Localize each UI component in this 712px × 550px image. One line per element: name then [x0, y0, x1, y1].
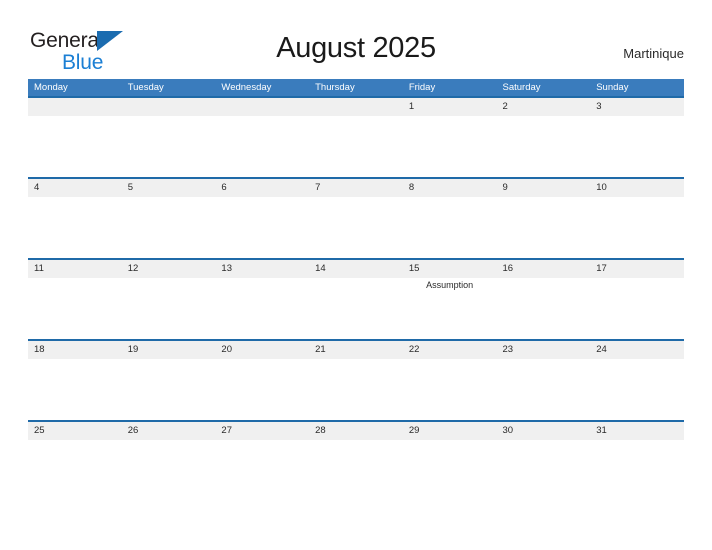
day-cell[interactable] [403, 197, 497, 258]
day-cell[interactable] [309, 359, 403, 420]
day-number[interactable]: 30 [497, 422, 591, 440]
week-date-band: 25 26 27 28 29 30 31 [28, 420, 684, 440]
day-number[interactable] [309, 98, 403, 116]
week-event-band [28, 197, 684, 258]
day-number[interactable]: 11 [28, 260, 122, 278]
region-label: Martinique [623, 46, 684, 61]
page-title: August 2025 [276, 32, 436, 64]
day-number[interactable]: 17 [590, 260, 684, 278]
calendar-week-row: 11 12 13 14 15 16 17 Assumption [28, 258, 684, 339]
day-cell[interactable] [309, 116, 403, 177]
day-number[interactable]: 10 [590, 179, 684, 197]
weekday-header-saturday: Saturday [502, 82, 541, 93]
day-cell[interactable] [28, 440, 122, 501]
day-cell[interactable] [215, 359, 309, 420]
week-event-band [28, 359, 684, 420]
day-number[interactable]: 7 [309, 179, 403, 197]
week-date-band: 11 12 13 14 15 16 17 [28, 258, 684, 278]
calendar-week-row: 1 2 3 [28, 96, 684, 177]
day-cell[interactable] [122, 359, 216, 420]
weekday-header-sunday: Sunday [596, 82, 629, 93]
calendar-week-row: 4 5 6 7 8 9 10 [28, 177, 684, 258]
day-number[interactable]: 5 [122, 179, 216, 197]
day-number[interactable]: 28 [309, 422, 403, 440]
day-cell[interactable] [122, 278, 216, 339]
day-number[interactable]: 22 [403, 341, 497, 359]
day-number[interactable] [28, 98, 122, 116]
day-number[interactable]: 1 [403, 98, 497, 116]
day-number[interactable]: 18 [28, 341, 122, 359]
day-event: Assumption [426, 280, 474, 290]
day-number[interactable]: 6 [215, 179, 309, 197]
day-cell[interactable] [590, 359, 684, 420]
day-cell[interactable] [309, 440, 403, 501]
day-number[interactable]: 19 [122, 341, 216, 359]
week-event-band [28, 116, 684, 177]
day-number[interactable]: 29 [403, 422, 497, 440]
day-number[interactable]: 26 [122, 422, 216, 440]
day-cell[interactable] [28, 116, 122, 177]
week-event-band [28, 440, 684, 501]
day-number[interactable] [122, 98, 216, 116]
day-cell[interactable] [497, 278, 591, 339]
calendar-grid: Monday Tuesday Wednesday Thursday Friday… [28, 79, 684, 501]
day-cell[interactable] [590, 197, 684, 258]
day-cell[interactable] [497, 359, 591, 420]
day-cell[interactable] [122, 440, 216, 501]
day-number[interactable]: 14 [309, 260, 403, 278]
day-number[interactable]: 16 [497, 260, 591, 278]
day-number[interactable]: 8 [403, 179, 497, 197]
day-number[interactable]: 31 [590, 422, 684, 440]
day-number[interactable]: 15 [403, 260, 497, 278]
day-cell[interactable] [122, 197, 216, 258]
day-cell[interactable] [309, 278, 403, 339]
day-cell[interactable] [590, 116, 684, 177]
calendar-week-row: 25 26 27 28 29 30 31 [28, 420, 684, 501]
day-cell[interactable] [403, 359, 497, 420]
day-number[interactable]: 21 [309, 341, 403, 359]
day-cell[interactable] [497, 116, 591, 177]
day-cell[interactable] [215, 197, 309, 258]
day-cell[interactable] [28, 359, 122, 420]
weekday-header-friday: Friday [408, 82, 436, 93]
day-number[interactable] [215, 98, 309, 116]
week-date-band: 1 2 3 [28, 96, 684, 116]
calendar-week-row: 18 19 20 21 22 23 24 [28, 339, 684, 420]
day-number[interactable]: 12 [122, 260, 216, 278]
day-cell[interactable] [403, 440, 497, 501]
day-number[interactable]: 13 [215, 260, 309, 278]
week-date-band: 18 19 20 21 22 23 24 [28, 339, 684, 359]
calendar-page: General Blue August 2025 Martinique Mond… [0, 0, 712, 550]
day-number[interactable]: 20 [215, 341, 309, 359]
day-number[interactable]: 3 [590, 98, 684, 116]
day-number[interactable]: 23 [497, 341, 591, 359]
day-number[interactable]: 2 [497, 98, 591, 116]
day-cell[interactable] [497, 197, 591, 258]
day-cell[interactable] [28, 278, 122, 339]
week-event-band: Assumption [28, 278, 684, 339]
day-cell[interactable] [215, 440, 309, 501]
day-number[interactable]: 4 [28, 179, 122, 197]
weekday-header-monday: Monday [34, 82, 68, 93]
day-number[interactable]: 25 [28, 422, 122, 440]
day-cell[interactable] [309, 197, 403, 258]
day-cell[interactable] [590, 278, 684, 339]
week-date-band: 4 5 6 7 8 9 10 [28, 177, 684, 197]
day-cell[interactable] [215, 116, 309, 177]
day-cell[interactable] [403, 116, 497, 177]
day-cell[interactable] [590, 440, 684, 501]
weekday-header-tuesday: Tuesday [127, 82, 164, 93]
day-cell[interactable] [28, 197, 122, 258]
weekday-header-wednesday: Wednesday [221, 82, 272, 93]
day-number[interactable]: 24 [590, 341, 684, 359]
day-cell[interactable] [122, 116, 216, 177]
day-number[interactable]: 27 [215, 422, 309, 440]
page-header: General Blue August 2025 Martinique [0, 0, 712, 79]
day-cell-holiday[interactable]: Assumption [403, 278, 497, 339]
day-number[interactable]: 9 [497, 179, 591, 197]
weekday-header-row: Monday Tuesday Wednesday Thursday Friday… [28, 79, 684, 96]
day-cell[interactable] [497, 440, 591, 501]
day-cell[interactable] [215, 278, 309, 339]
weekday-header-thursday: Thursday [315, 82, 355, 93]
